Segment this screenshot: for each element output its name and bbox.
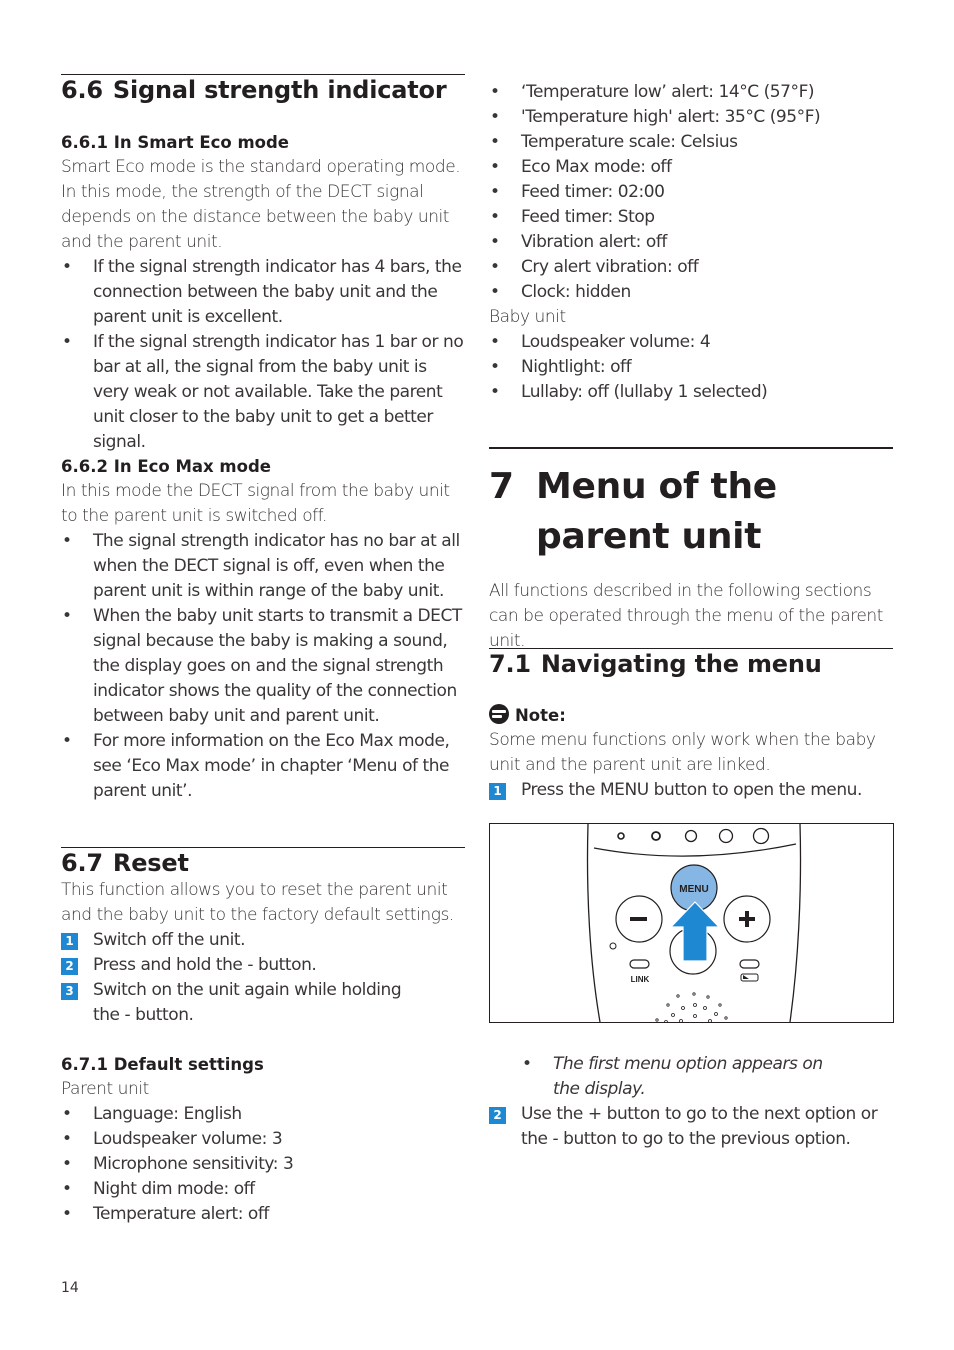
list-item: Cry alert vibration: off bbox=[489, 255, 893, 280]
step-2: 2 Use the + button to go to the next opti… bbox=[489, 1102, 893, 1152]
step-1: 1 Switch off the unit. bbox=[61, 928, 465, 953]
subsection-heading-6-6-1: 6.6.1 In Smart Eco mode bbox=[61, 133, 289, 152]
parent-unit-illustration: MENU LINK bbox=[489, 823, 894, 1023]
result-list: The first menu option appears on the dis… bbox=[521, 1052, 893, 1102]
step-number-badge: 2 bbox=[489, 1107, 506, 1124]
led-indicator-2 bbox=[651, 831, 661, 841]
section-heading-6-7: 6.7 Reset bbox=[61, 848, 465, 878]
list-item: If the signal strength indicator has 1 b… bbox=[61, 330, 465, 455]
step-text: Use the + button to go to the next optio… bbox=[521, 1104, 878, 1149]
subsection-heading-6-6-2: 6.6.2 In Eco Max mode bbox=[61, 457, 271, 476]
device-outline-right bbox=[789, 824, 802, 1022]
section-title: Navigating the menu bbox=[540, 650, 822, 678]
chapter-title: Menu of the parent unit bbox=[536, 466, 777, 557]
paragraph: All functions described in the following… bbox=[489, 581, 883, 651]
section-heading-6-6: 6.6 Signal strength indicator bbox=[61, 75, 465, 105]
step-2: 2 Press and hold the - button. bbox=[61, 953, 465, 978]
chapter-heading-7: 7 Menu of the parent unit bbox=[489, 462, 916, 562]
chapter-number: 7 bbox=[489, 466, 514, 507]
bullet-list: If the signal strength indicator has 4 b… bbox=[61, 255, 465, 455]
list-item: Vibration alert: off bbox=[489, 230, 893, 255]
list-item: Temperature scale: Celsius bbox=[489, 130, 893, 155]
status-led bbox=[609, 942, 617, 950]
list-item: Lullaby: off (lullaby 1 selected) bbox=[489, 380, 893, 405]
parent-unit-label: Parent unit bbox=[61, 1079, 149, 1099]
device-drawing: MENU LINK bbox=[586, 824, 802, 1022]
minus-icon bbox=[630, 917, 647, 921]
section-number: 6.7 bbox=[61, 849, 103, 877]
display-edge bbox=[593, 843, 797, 857]
section-number: 6.6 bbox=[61, 76, 103, 104]
list-item: Eco Max mode: off bbox=[489, 155, 893, 180]
step-3: 3 Switch on the unit again while holding … bbox=[61, 978, 465, 1028]
list-item: 'Temperature high' alert: 35°C (95°F) bbox=[489, 105, 893, 130]
list-item: For more information on the Eco Max mode… bbox=[61, 729, 465, 804]
step-text: Switch on the unit again while holding t… bbox=[93, 980, 402, 1025]
chapter-divider bbox=[489, 447, 893, 449]
speaker-grille bbox=[655, 992, 728, 1022]
step-number-badge: 2 bbox=[61, 958, 78, 975]
link-label: LINK bbox=[631, 975, 650, 984]
list-item: Language: English bbox=[61, 1102, 465, 1127]
step-number-badge: 1 bbox=[489, 783, 506, 800]
section-title: Signal strength indicator bbox=[112, 76, 447, 104]
note-body: Some menu functions only work when the b… bbox=[489, 730, 876, 775]
list-item: Loudspeaker volume: 3 bbox=[61, 1127, 465, 1152]
bullet-list: Loudspeaker volume: 4 Nightlight: off Lu… bbox=[489, 330, 893, 405]
page-number: 14 bbox=[61, 1280, 79, 1296]
link-button bbox=[629, 959, 650, 969]
battery-fill bbox=[743, 975, 749, 979]
step-text: Switch off the unit. bbox=[93, 930, 246, 950]
step-number-badge: 1 bbox=[61, 933, 78, 950]
list-item: The first menu option appears on the dis… bbox=[521, 1052, 893, 1102]
list-item: Loudspeaker volume: 4 bbox=[489, 330, 893, 355]
note-heading: Note: bbox=[489, 703, 893, 728]
list-item: When the baby unit starts to transmit a … bbox=[61, 604, 465, 729]
bullet-list: ‘Temperature low’ alert: 14°C (57°F) 'Te… bbox=[489, 80, 893, 305]
step-text: Press the MENU button to open the menu. bbox=[521, 780, 862, 800]
step-text: Press and hold the - button. bbox=[93, 955, 317, 975]
list-item: Microphone sensitivity: 3 bbox=[61, 1152, 465, 1177]
note-icon bbox=[489, 704, 509, 724]
led-indicator-1 bbox=[617, 832, 625, 840]
note-label: Note: bbox=[515, 706, 566, 725]
section-title: Reset bbox=[112, 849, 189, 877]
paragraph: Smart Eco mode is the standard operating… bbox=[61, 157, 461, 252]
device-outline-left bbox=[586, 824, 601, 1022]
led-indicator-5 bbox=[752, 827, 770, 845]
led-indicator-3 bbox=[684, 829, 698, 843]
led-indicator-4 bbox=[718, 828, 734, 844]
list-item: Nightlight: off bbox=[489, 355, 893, 380]
section-heading-7-1: 7.1 Navigating the menu bbox=[489, 649, 893, 679]
list-item: Feed timer: Stop bbox=[489, 205, 893, 230]
list-item: Night dim mode: off bbox=[61, 1177, 465, 1202]
bullet-list: Language: English Loudspeaker volume: 3 … bbox=[61, 1102, 465, 1227]
step-number-badge: 3 bbox=[61, 983, 78, 1000]
baby-unit-label: Baby unit bbox=[489, 307, 566, 327]
plus-icon-v bbox=[745, 911, 749, 927]
list-item: If the signal strength indicator has 4 b… bbox=[61, 255, 465, 330]
list-item: Feed timer: 02:00 bbox=[489, 180, 893, 205]
list-item: The signal strength indicator has no bar… bbox=[61, 529, 465, 604]
step-1: 1 Press the MENU button to open the menu. bbox=[489, 778, 893, 803]
list-item: Clock: hidden bbox=[489, 280, 893, 305]
paragraph: In this mode the DECT signal from the ba… bbox=[61, 481, 450, 526]
subsection-heading-6-7-1: 6.7.1 Default settings bbox=[61, 1055, 264, 1074]
section-number: 7.1 bbox=[489, 650, 531, 678]
paragraph: This function allows you to reset the pa… bbox=[61, 880, 454, 925]
list-item: Temperature alert: off bbox=[61, 1202, 465, 1227]
bullet-list: The signal strength indicator has no bar… bbox=[61, 529, 465, 804]
menu-button-label: MENU bbox=[679, 884, 708, 895]
right-pill-button bbox=[739, 959, 760, 969]
list-item: ‘Temperature low’ alert: 14°C (57°F) bbox=[489, 80, 893, 105]
